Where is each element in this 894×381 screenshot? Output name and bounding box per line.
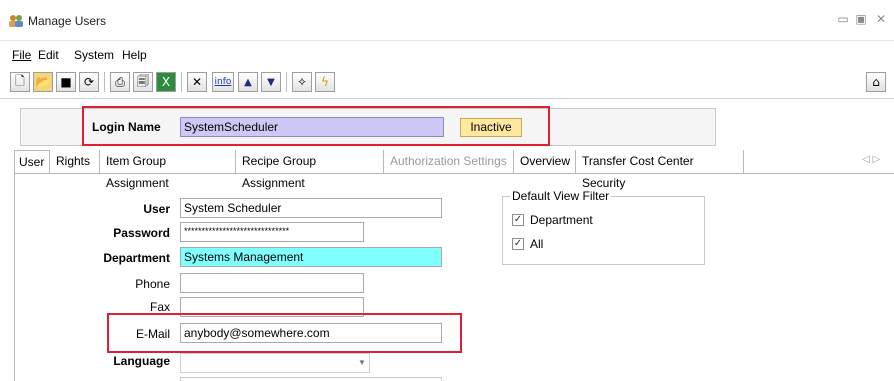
- menu-file-label: File: [12, 48, 32, 62]
- minimize-button[interactable]: ▭: [836, 12, 850, 26]
- tab-label: Authorization Settings: [390, 154, 507, 168]
- print-preview-icon: 🗐: [137, 73, 149, 88]
- department-checkbox[interactable]: ✓: [512, 214, 524, 226]
- window-title: Manage Users: [28, 14, 107, 28]
- print-button[interactable]: ⎙: [110, 72, 130, 92]
- chevron-down-icon[interactable]: ▼: [354, 353, 370, 373]
- wizard-button[interactable]: ✧: [292, 72, 312, 92]
- menu-system-label: System: [74, 48, 115, 62]
- new-icon: 🗋: [15, 73, 25, 88]
- lightning-icon: ϟ: [321, 75, 329, 89]
- export-excel-icon: X: [161, 75, 171, 89]
- toolbar-divider: [0, 98, 894, 99]
- checkmark-icon: ✓: [513, 238, 523, 249]
- menu-help-label: Help: [122, 48, 147, 62]
- open-icon: 📂: [35, 75, 51, 89]
- phone-input[interactable]: [180, 273, 364, 293]
- maximize-button[interactable]: ▣: [854, 12, 868, 26]
- tab-label: User: [19, 155, 45, 169]
- department-input[interactable]: Systems Management: [180, 247, 442, 267]
- minimize-icon: ▭: [837, 12, 849, 26]
- close-icon: ✕: [875, 12, 887, 26]
- move-down-button[interactable]: ▼: [261, 72, 281, 92]
- language-label: Language: [113, 354, 170, 368]
- tab-transfer-cost-center-security[interactable]: Transfer Cost Center Security: [578, 150, 744, 190]
- fax-label: Fax: [149, 300, 170, 312]
- info-icon: info: [214, 77, 232, 87]
- tab-authorization-settings: Authorization Settings: [386, 150, 514, 174]
- chevron-left-icon[interactable]: ◁: [862, 154, 870, 165]
- info-button[interactable]: info: [212, 72, 234, 92]
- move-up-button[interactable]: ▲: [238, 72, 258, 92]
- refresh-icon: ⟳: [83, 75, 95, 89]
- tab-overview[interactable]: Overview: [516, 150, 576, 174]
- save-icon: ■: [60, 75, 72, 89]
- default-view-filter-title: Default View Filter: [510, 189, 612, 203]
- save-button[interactable]: ■: [56, 72, 76, 92]
- checkmark-icon: ✓: [513, 214, 523, 225]
- tab-label: Item Group Assignment: [106, 154, 169, 190]
- all-checkbox-label: All: [530, 237, 544, 251]
- refresh-button[interactable]: ⟳: [79, 72, 99, 92]
- up-arrow-icon: ▲: [244, 76, 252, 88]
- down-arrow-icon: ▼: [267, 76, 275, 88]
- delete-button[interactable]: ✕: [187, 72, 207, 92]
- tab-scroll-arrows[interactable]: ◁ ▷: [862, 154, 880, 165]
- toolbar-separator: [181, 72, 182, 92]
- close-button[interactable]: ✕: [874, 12, 888, 26]
- chevron-right-icon[interactable]: ▷: [872, 154, 880, 165]
- tab-item-group-assignment[interactable]: Item Group Assignment: [102, 150, 236, 190]
- menu-edit-label: Edit: [38, 48, 59, 62]
- tab-recipe-group-assignment[interactable]: Recipe Group Assignment: [238, 150, 384, 190]
- all-checkbox[interactable]: ✓: [512, 238, 524, 250]
- highlight-box-email: [107, 313, 462, 353]
- user-input[interactable]: System Scheduler: [180, 198, 442, 218]
- new-button[interactable]: 🗋: [10, 72, 30, 92]
- wand-icon: ✧: [296, 75, 308, 89]
- language-select[interactable]: [180, 353, 370, 373]
- password-input[interactable]: ******************************: [180, 222, 364, 242]
- tab-label: Recipe Group Assignment: [242, 154, 317, 190]
- highlight-box-login: [82, 106, 550, 146]
- tab-baseline: [14, 173, 894, 174]
- next-field-edge: [180, 377, 442, 381]
- password-label: Password: [113, 226, 170, 240]
- phone-label: Phone: [135, 277, 170, 291]
- department-checkbox-label: Department: [530, 213, 593, 227]
- tab-user[interactable]: User: [14, 150, 50, 174]
- open-button[interactable]: 📂: [33, 72, 53, 92]
- print-icon: ⎙: [115, 74, 125, 89]
- print-preview-button[interactable]: 🗐: [133, 72, 153, 92]
- delete-icon: ✕: [191, 75, 203, 89]
- menu-edit[interactable]: Edit: [38, 48, 59, 62]
- title-bar: [0, 0, 894, 41]
- menu-file[interactable]: File: [12, 48, 31, 62]
- user-label: User: [143, 202, 170, 216]
- home-icon: ⌂: [872, 75, 880, 89]
- maximize-icon: ▣: [855, 12, 867, 26]
- app-users-icon: [9, 15, 23, 27]
- toolbar-separator: [104, 72, 105, 92]
- home-button[interactable]: ⌂: [866, 72, 886, 92]
- tab-label: Overview: [520, 154, 571, 168]
- department-label: Department: [103, 251, 170, 265]
- menu-help[interactable]: Help: [122, 48, 147, 62]
- execute-button[interactable]: ϟ: [315, 72, 335, 92]
- tab-label: Rights: [56, 154, 91, 168]
- export-excel-button[interactable]: X: [156, 72, 176, 92]
- tab-label: Transfer Cost Center Security: [582, 154, 694, 190]
- tab-rights[interactable]: Rights: [52, 150, 100, 174]
- default-view-filter-group: [502, 196, 705, 265]
- menu-system[interactable]: System: [74, 48, 114, 62]
- toolbar-separator: [286, 72, 287, 92]
